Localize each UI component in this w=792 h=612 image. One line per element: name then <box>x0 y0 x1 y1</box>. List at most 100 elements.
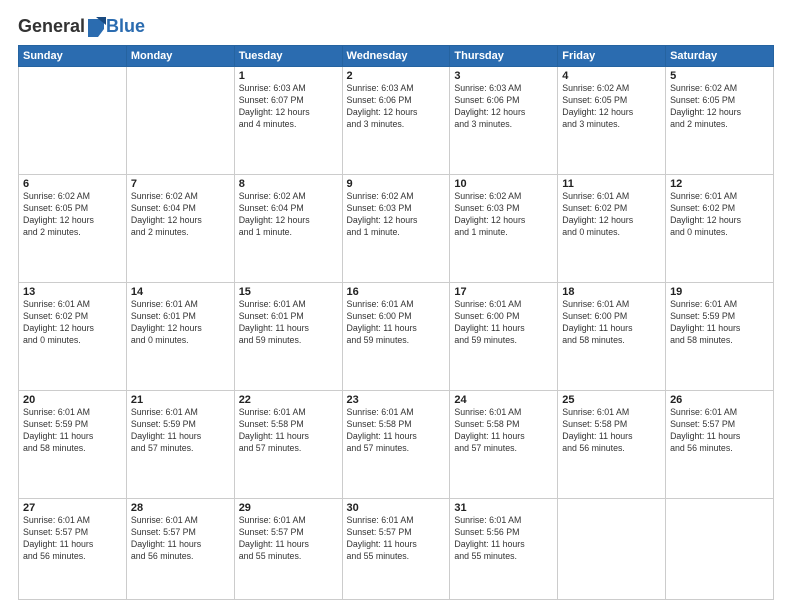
calendar-cell: 13Sunrise: 6:01 AM Sunset: 6:02 PM Dayli… <box>19 283 127 391</box>
day-info: Sunrise: 6:02 AM Sunset: 6:05 PM Dayligh… <box>670 83 769 131</box>
day-info: Sunrise: 6:02 AM Sunset: 6:03 PM Dayligh… <box>347 191 446 239</box>
day-info: Sunrise: 6:01 AM Sunset: 6:00 PM Dayligh… <box>562 299 661 347</box>
day-info: Sunrise: 6:01 AM Sunset: 5:57 PM Dayligh… <box>23 515 122 563</box>
calendar-cell: 11Sunrise: 6:01 AM Sunset: 6:02 PM Dayli… <box>558 175 666 283</box>
day-number: 11 <box>562 178 661 190</box>
day-number: 28 <box>131 502 230 514</box>
weekday-header-monday: Monday <box>126 46 234 67</box>
calendar-cell: 25Sunrise: 6:01 AM Sunset: 5:58 PM Dayli… <box>558 391 666 499</box>
calendar-cell: 7Sunrise: 6:02 AM Sunset: 6:04 PM Daylig… <box>126 175 234 283</box>
calendar-cell <box>126 67 234 175</box>
calendar-cell: 6Sunrise: 6:02 AM Sunset: 6:05 PM Daylig… <box>19 175 127 283</box>
day-info: Sunrise: 6:01 AM Sunset: 6:00 PM Dayligh… <box>347 299 446 347</box>
day-number: 16 <box>347 286 446 298</box>
day-number: 30 <box>347 502 446 514</box>
day-number: 6 <box>23 178 122 190</box>
calendar-week-0: 1Sunrise: 6:03 AM Sunset: 6:07 PM Daylig… <box>19 67 774 175</box>
calendar-cell: 9Sunrise: 6:02 AM Sunset: 6:03 PM Daylig… <box>342 175 450 283</box>
day-info: Sunrise: 6:02 AM Sunset: 6:03 PM Dayligh… <box>454 191 553 239</box>
day-number: 2 <box>347 70 446 82</box>
weekday-header-friday: Friday <box>558 46 666 67</box>
logo-blue-text: Blue <box>106 16 145 37</box>
weekday-header-saturday: Saturday <box>666 46 774 67</box>
calendar-cell: 10Sunrise: 6:02 AM Sunset: 6:03 PM Dayli… <box>450 175 558 283</box>
calendar-header-row: SundayMondayTuesdayWednesdayThursdayFrid… <box>19 46 774 67</box>
calendar-cell: 26Sunrise: 6:01 AM Sunset: 5:57 PM Dayli… <box>666 391 774 499</box>
day-number: 29 <box>239 502 338 514</box>
day-number: 9 <box>347 178 446 190</box>
logo-bird-icon <box>86 17 106 37</box>
day-number: 3 <box>454 70 553 82</box>
day-info: Sunrise: 6:01 AM Sunset: 5:59 PM Dayligh… <box>670 299 769 347</box>
day-number: 5 <box>670 70 769 82</box>
calendar-cell: 24Sunrise: 6:01 AM Sunset: 5:58 PM Dayli… <box>450 391 558 499</box>
calendar-week-2: 13Sunrise: 6:01 AM Sunset: 6:02 PM Dayli… <box>19 283 774 391</box>
calendar-cell <box>666 499 774 600</box>
calendar-cell: 18Sunrise: 6:01 AM Sunset: 6:00 PM Dayli… <box>558 283 666 391</box>
day-number: 14 <box>131 286 230 298</box>
calendar-cell: 17Sunrise: 6:01 AM Sunset: 6:00 PM Dayli… <box>450 283 558 391</box>
day-info: Sunrise: 6:01 AM Sunset: 6:02 PM Dayligh… <box>562 191 661 239</box>
day-info: Sunrise: 6:02 AM Sunset: 6:04 PM Dayligh… <box>239 191 338 239</box>
day-info: Sunrise: 6:01 AM Sunset: 6:02 PM Dayligh… <box>23 299 122 347</box>
calendar-cell: 14Sunrise: 6:01 AM Sunset: 6:01 PM Dayli… <box>126 283 234 391</box>
calendar-cell: 27Sunrise: 6:01 AM Sunset: 5:57 PM Dayli… <box>19 499 127 600</box>
calendar-cell: 12Sunrise: 6:01 AM Sunset: 6:02 PM Dayli… <box>666 175 774 283</box>
day-info: Sunrise: 6:01 AM Sunset: 5:59 PM Dayligh… <box>23 407 122 455</box>
calendar-cell: 21Sunrise: 6:01 AM Sunset: 5:59 PM Dayli… <box>126 391 234 499</box>
calendar-cell: 2Sunrise: 6:03 AM Sunset: 6:06 PM Daylig… <box>342 67 450 175</box>
day-number: 4 <box>562 70 661 82</box>
day-number: 24 <box>454 394 553 406</box>
calendar-cell: 3Sunrise: 6:03 AM Sunset: 6:06 PM Daylig… <box>450 67 558 175</box>
day-number: 25 <box>562 394 661 406</box>
calendar-cell: 29Sunrise: 6:01 AM Sunset: 5:57 PM Dayli… <box>234 499 342 600</box>
day-info: Sunrise: 6:01 AM Sunset: 5:57 PM Dayligh… <box>347 515 446 563</box>
day-number: 18 <box>562 286 661 298</box>
calendar-cell: 5Sunrise: 6:02 AM Sunset: 6:05 PM Daylig… <box>666 67 774 175</box>
day-number: 23 <box>347 394 446 406</box>
day-info: Sunrise: 6:01 AM Sunset: 5:58 PM Dayligh… <box>454 407 553 455</box>
day-info: Sunrise: 6:01 AM Sunset: 5:57 PM Dayligh… <box>670 407 769 455</box>
calendar-cell: 31Sunrise: 6:01 AM Sunset: 5:56 PM Dayli… <box>450 499 558 600</box>
day-info: Sunrise: 6:01 AM Sunset: 6:01 PM Dayligh… <box>239 299 338 347</box>
calendar-cell <box>558 499 666 600</box>
day-number: 20 <box>23 394 122 406</box>
calendar-cell: 22Sunrise: 6:01 AM Sunset: 5:58 PM Dayli… <box>234 391 342 499</box>
day-number: 19 <box>670 286 769 298</box>
weekday-header-thursday: Thursday <box>450 46 558 67</box>
day-info: Sunrise: 6:01 AM Sunset: 5:58 PM Dayligh… <box>347 407 446 455</box>
day-number: 1 <box>239 70 338 82</box>
calendar-cell: 19Sunrise: 6:01 AM Sunset: 5:59 PM Dayli… <box>666 283 774 391</box>
day-info: Sunrise: 6:01 AM Sunset: 5:58 PM Dayligh… <box>239 407 338 455</box>
calendar-cell: 20Sunrise: 6:01 AM Sunset: 5:59 PM Dayli… <box>19 391 127 499</box>
calendar-cell: 28Sunrise: 6:01 AM Sunset: 5:57 PM Dayli… <box>126 499 234 600</box>
day-info: Sunrise: 6:02 AM Sunset: 6:05 PM Dayligh… <box>562 83 661 131</box>
calendar-table: SundayMondayTuesdayWednesdayThursdayFrid… <box>18 45 774 600</box>
day-number: 15 <box>239 286 338 298</box>
day-info: Sunrise: 6:01 AM Sunset: 5:57 PM Dayligh… <box>239 515 338 563</box>
weekday-header-sunday: Sunday <box>19 46 127 67</box>
weekday-header-wednesday: Wednesday <box>342 46 450 67</box>
day-number: 27 <box>23 502 122 514</box>
day-info: Sunrise: 6:02 AM Sunset: 6:04 PM Dayligh… <box>131 191 230 239</box>
day-info: Sunrise: 6:01 AM Sunset: 5:56 PM Dayligh… <box>454 515 553 563</box>
logo: General Blue <box>18 16 145 37</box>
weekday-header-tuesday: Tuesday <box>234 46 342 67</box>
calendar-week-3: 20Sunrise: 6:01 AM Sunset: 5:59 PM Dayli… <box>19 391 774 499</box>
day-info: Sunrise: 6:03 AM Sunset: 6:07 PM Dayligh… <box>239 83 338 131</box>
day-number: 13 <box>23 286 122 298</box>
day-info: Sunrise: 6:01 AM Sunset: 6:01 PM Dayligh… <box>131 299 230 347</box>
day-number: 31 <box>454 502 553 514</box>
day-number: 8 <box>239 178 338 190</box>
header: General Blue <box>18 16 774 37</box>
calendar-cell: 8Sunrise: 6:02 AM Sunset: 6:04 PM Daylig… <box>234 175 342 283</box>
day-number: 7 <box>131 178 230 190</box>
day-info: Sunrise: 6:03 AM Sunset: 6:06 PM Dayligh… <box>454 83 553 131</box>
calendar-week-1: 6Sunrise: 6:02 AM Sunset: 6:05 PM Daylig… <box>19 175 774 283</box>
day-info: Sunrise: 6:01 AM Sunset: 5:59 PM Dayligh… <box>131 407 230 455</box>
page: General Blue SundayMondayTuesdayWednesda… <box>0 0 792 612</box>
day-info: Sunrise: 6:01 AM Sunset: 6:00 PM Dayligh… <box>454 299 553 347</box>
calendar-cell: 15Sunrise: 6:01 AM Sunset: 6:01 PM Dayli… <box>234 283 342 391</box>
calendar-cell: 30Sunrise: 6:01 AM Sunset: 5:57 PM Dayli… <box>342 499 450 600</box>
day-number: 12 <box>670 178 769 190</box>
